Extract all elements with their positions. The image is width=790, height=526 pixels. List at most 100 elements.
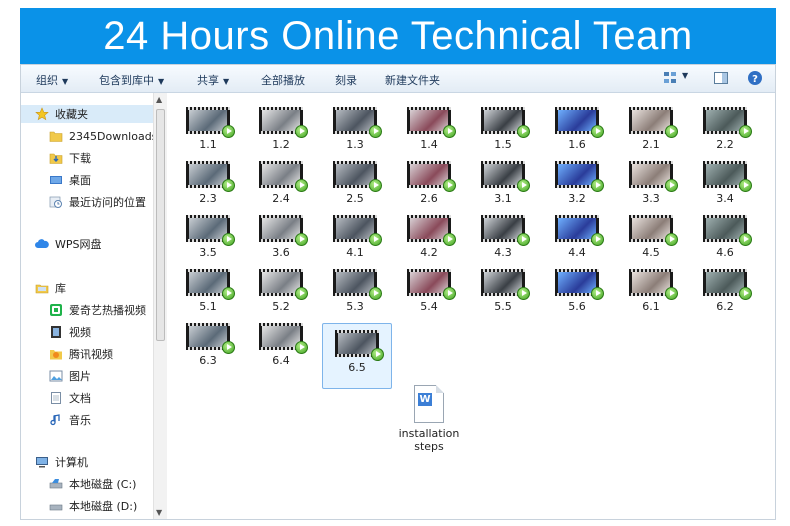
command-bar: 组织 ▼ 包含到库中 ▼ 共享 ▼ 全部播放 刻录 新建文件夹 ▼ ?	[21, 65, 775, 93]
video-file-item[interactable]: 1.5	[470, 107, 536, 151]
view-options-icon[interactable]	[663, 70, 679, 86]
video-file-item[interactable]: 1.1	[175, 107, 241, 151]
video-file-item[interactable]: 6.1	[618, 269, 684, 313]
nav-pictures[interactable]: 图片	[49, 367, 91, 385]
play-icon	[665, 179, 678, 192]
video-file-item[interactable]: 4.5	[618, 215, 684, 259]
document-file-item[interactable]: Winstallation steps	[394, 385, 464, 453]
view-dropdown-icon[interactable]: ▼	[682, 71, 688, 80]
nav-favorites[interactable]: 收藏夹	[21, 105, 153, 123]
nav-documents[interactable]: 文档	[49, 389, 91, 407]
nav-label: 库	[55, 282, 66, 295]
video-file-item[interactable]: 4.3	[470, 215, 536, 259]
video-file-item[interactable]: 3.3	[618, 161, 684, 205]
video-file-item[interactable]: 5.1	[175, 269, 241, 313]
new-folder-button[interactable]: 新建文件夹	[385, 72, 440, 88]
scroll-up-icon[interactable]: ▲	[156, 95, 162, 104]
video-file-item[interactable]: 1.6	[544, 107, 610, 151]
video-file-item[interactable]: 2.1	[618, 107, 684, 151]
file-name: 6.5	[348, 361, 366, 374]
scroll-thumb[interactable]	[156, 109, 165, 341]
file-name: 4.6	[716, 246, 734, 259]
play-all-button[interactable]: 全部播放	[261, 72, 305, 88]
play-icon	[443, 233, 456, 246]
desktop-icon	[50, 176, 62, 184]
nav-tencent-video[interactable]: 腾讯视频	[49, 345, 113, 363]
help-icon[interactable]: ?	[747, 70, 763, 86]
video-file-item[interactable]: 3.4	[692, 161, 758, 205]
nav-label: 腾讯视频	[69, 348, 113, 361]
video-file-item[interactable]: 1.4	[396, 107, 462, 151]
video-file-item[interactable]: 4.6	[692, 215, 758, 259]
play-icon	[739, 179, 752, 192]
nav-desktop[interactable]: 桌面	[49, 171, 91, 189]
file-name: 2.2	[716, 138, 734, 151]
music-icon	[50, 414, 60, 426]
file-name: 2.4	[272, 192, 290, 205]
folder-icon	[49, 131, 63, 142]
video-file-item[interactable]: 3.1	[470, 161, 536, 205]
file-name: 1.2	[272, 138, 290, 151]
nav-computer[interactable]: 计算机	[35, 453, 88, 471]
nav-drive-c[interactable]: 本地磁盘 (C:)	[49, 475, 136, 493]
video-file-item[interactable]: 5.4	[396, 269, 462, 313]
file-name: 1.1	[199, 138, 217, 151]
navigation-pane: 收藏夹 2345Downloads 下载 桌面 最近访问的位置 WPS网盘 库	[21, 93, 153, 519]
video-thumbnail	[335, 330, 384, 361]
video-file-item[interactable]: 5.5	[470, 269, 536, 313]
include-in-library-button[interactable]: 包含到库中 ▼	[99, 72, 164, 88]
organize-button[interactable]: 组织 ▼	[36, 72, 68, 88]
video-file-item[interactable]: 6.3	[175, 323, 241, 367]
video-file-item[interactable]: 1.2	[248, 107, 314, 151]
video-thumbnail	[703, 107, 752, 138]
file-name: 5.2	[272, 300, 290, 313]
video-file-item[interactable]: 6.2	[692, 269, 758, 313]
video-file-item[interactable]: 3.2	[544, 161, 610, 205]
file-name: 5.5	[494, 300, 512, 313]
burn-button[interactable]: 刻录	[335, 72, 357, 88]
nav-wps-cloud[interactable]: WPS网盘	[35, 235, 102, 253]
video-file-item[interactable]: 6.4	[248, 323, 314, 367]
nav-downloads[interactable]: 下载	[49, 149, 91, 167]
video-file-item[interactable]: 3.6	[248, 215, 314, 259]
nav-recent-places[interactable]: 最近访问的位置	[49, 193, 146, 211]
nav-libraries[interactable]: 库	[35, 279, 66, 297]
video-file-item[interactable]: 5.6	[544, 269, 610, 313]
library-icon	[35, 284, 49, 294]
explorer-window: 组织 ▼ 包含到库中 ▼ 共享 ▼ 全部播放 刻录 新建文件夹 ▼ ? 收藏夹 234…	[20, 64, 776, 520]
video-file-item[interactable]: 4.1	[322, 215, 388, 259]
video-thumbnail	[703, 215, 752, 246]
video-thumbnail	[629, 107, 678, 138]
video-thumbnail	[259, 269, 308, 300]
play-icon	[517, 233, 530, 246]
video-file-item[interactable]: 2.3	[175, 161, 241, 205]
video-thumbnail	[333, 107, 382, 138]
navigation-scrollbar[interactable]: ▲ ▼	[153, 93, 167, 519]
preview-pane-icon[interactable]	[713, 70, 729, 86]
file-name: 1.5	[494, 138, 512, 151]
play-icon	[665, 233, 678, 246]
video-thumbnail	[629, 215, 678, 246]
nav-drive-d[interactable]: 本地磁盘 (D:)	[49, 497, 137, 515]
video-file-item[interactable]: 5.2	[248, 269, 314, 313]
video-file-item[interactable]: 6.5	[322, 323, 392, 389]
video-file-item[interactable]: 5.3	[322, 269, 388, 313]
video-file-item[interactable]: 1.3	[322, 107, 388, 151]
video-file-item[interactable]: 2.2	[692, 107, 758, 151]
nav-2345downloads[interactable]: 2345Downloads	[49, 127, 153, 145]
video-file-item[interactable]: 3.5	[175, 215, 241, 259]
video-thumbnail	[481, 161, 530, 192]
video-file-item[interactable]: 2.4	[248, 161, 314, 205]
nav-label: 文档	[69, 392, 91, 405]
play-icon	[222, 125, 235, 138]
video-file-item[interactable]: 4.4	[544, 215, 610, 259]
nav-iqiyi[interactable]: 爱奇艺热播视频	[49, 301, 146, 319]
scroll-down-icon[interactable]: ▼	[156, 508, 162, 517]
video-file-item[interactable]: 4.2	[396, 215, 462, 259]
video-file-item[interactable]: 2.5	[322, 161, 388, 205]
nav-label: 收藏夹	[55, 108, 88, 121]
nav-videos[interactable]: 视频	[49, 323, 91, 341]
nav-music[interactable]: 音乐	[49, 411, 91, 429]
share-button[interactable]: 共享 ▼	[197, 72, 229, 88]
video-file-item[interactable]: 2.6	[396, 161, 462, 205]
